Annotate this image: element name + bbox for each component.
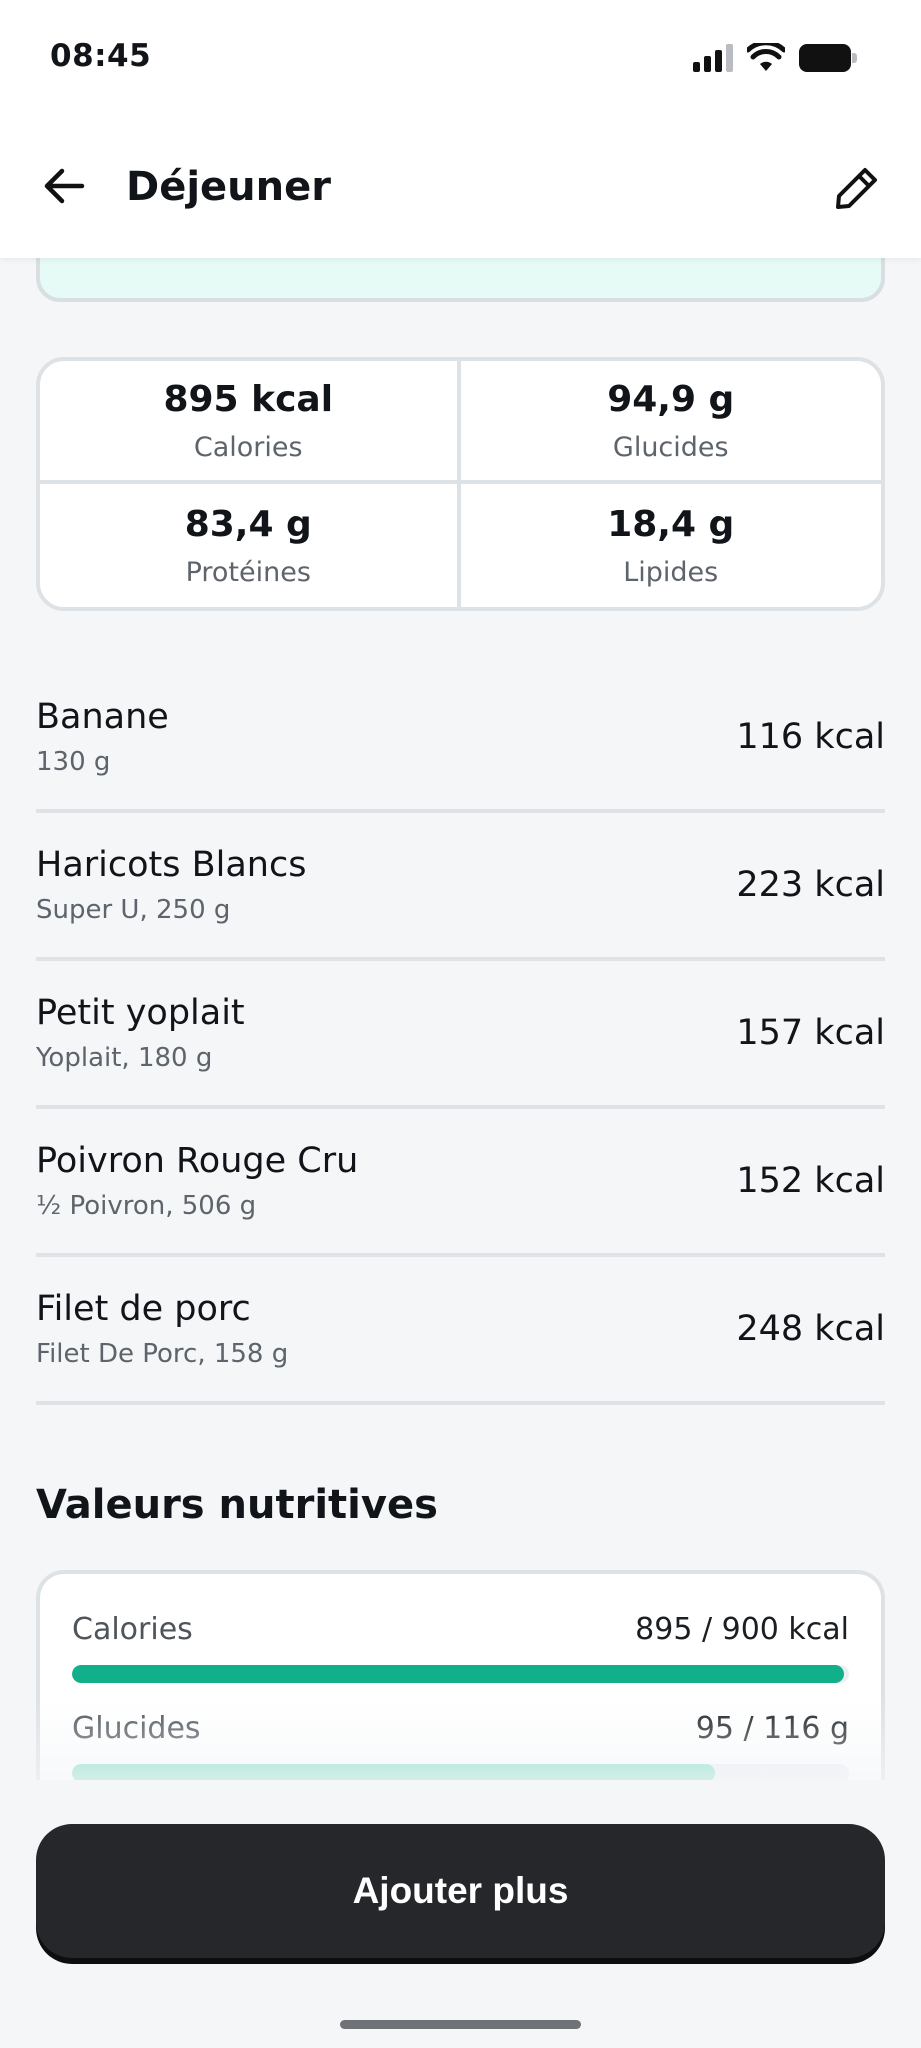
nutrition-row-calories: Calories 895 / 900 kcal — [72, 1612, 849, 1683]
macro-label: Lipides — [623, 556, 719, 588]
progress-track — [72, 1665, 849, 1683]
food-name: Haricots Blancs — [36, 845, 307, 885]
macro-carbs: 94,9 g Glucides — [460, 361, 881, 484]
macro-protein: 83,4 g Protéines — [40, 484, 461, 607]
food-item-poivron[interactable]: Poivron Rouge Cru ½ Poivron, 506 g 152 k… — [36, 1109, 885, 1257]
nutrition-label: Glucides — [72, 1711, 201, 1746]
food-kcal: 248 kcal — [736, 1309, 885, 1349]
food-detail: Yoplait, 180 g — [36, 1043, 213, 1073]
section-title: Valeurs nutritives — [36, 1482, 438, 1528]
macro-fat: 18,4 g Lipides — [461, 484, 882, 607]
food-detail: Filet De Porc, 158 g — [36, 1339, 289, 1369]
arrow-left-icon — [44, 168, 85, 204]
food-item-filet[interactable]: Filet de porc Filet De Porc, 158 g 248 k… — [36, 1257, 885, 1405]
nutrition-card: Calories 895 / 900 kcal Glucides 95 / 11… — [36, 1570, 885, 1780]
nutrition-row-header: Glucides 95 / 116 g — [72, 1711, 849, 1746]
food-name: Banane — [36, 697, 169, 737]
nutrition-row-carbs: Glucides 95 / 116 g — [72, 1711, 849, 1780]
macro-label: Calories — [193, 431, 303, 463]
food-kcal: 157 kcal — [736, 1013, 885, 1053]
food-item-yoplait[interactable]: Petit yoplait Yoplait, 180 g 157 kcal — [36, 961, 885, 1109]
macro-value: 895 kcal — [163, 378, 334, 420]
food-detail: Super U, 250 g — [36, 895, 231, 925]
add-more-button[interactable]: Ajouter plus — [36, 1824, 885, 1958]
wifi-icon — [747, 43, 785, 71]
nutrition-label: Calories — [72, 1612, 193, 1647]
food-name: Poivron Rouge Cru — [36, 1141, 359, 1181]
pencil-icon — [836, 168, 877, 209]
top-bar: 08:45 Déjeuner — [0, 0, 921, 258]
nutrition-row-header: Calories 895 / 900 kcal — [72, 1612, 849, 1647]
food-info: Banane 130 g — [36, 697, 169, 777]
nutrition-value: 895 / 900 kcal — [635, 1612, 849, 1647]
status-time: 08:45 — [50, 38, 152, 74]
progress-fill — [72, 1665, 845, 1683]
food-kcal: 152 kcal — [736, 1161, 885, 1201]
page-title: Déjeuner — [126, 164, 331, 210]
macro-label: Protéines — [185, 556, 311, 588]
food-kcal: 223 kcal — [736, 865, 885, 905]
food-list: Banane 130 g 116 kcal Haricots Blancs Su… — [36, 665, 885, 1405]
macro-value: 18,4 g — [607, 503, 735, 545]
signal-icon — [693, 44, 733, 72]
nutrition-value: 95 / 116 g — [695, 1711, 849, 1746]
food-name: Filet de porc — [36, 1289, 251, 1329]
edit-button[interactable] — [829, 160, 885, 216]
macro-value: 83,4 g — [184, 503, 312, 545]
food-kcal: 116 kcal — [736, 717, 885, 757]
status-icons — [693, 38, 857, 78]
battery-icon — [799, 44, 857, 72]
macro-grid: 895 kcal Calories 94,9 g Glucides 83,4 g… — [36, 357, 885, 611]
food-detail: 130 g — [36, 747, 111, 777]
home-indicator[interactable] — [340, 2020, 581, 2029]
food-item-banane[interactable]: Banane 130 g 116 kcal — [36, 665, 885, 813]
progress-track — [72, 1764, 849, 1780]
bottom-bar: Ajouter plus — [0, 1780, 921, 2048]
food-info: Filet de porc Filet De Porc, 158 g — [36, 1289, 288, 1369]
food-info: Petit yoplait Yoplait, 180 g — [36, 993, 245, 1073]
macro-value: 94,9 g — [607, 378, 735, 420]
food-name: Petit yoplait — [36, 993, 245, 1033]
food-detail: ½ Poivron, 506 g — [36, 1191, 257, 1221]
back-button[interactable] — [40, 162, 88, 210]
food-info: Haricots Blancs Super U, 250 g — [36, 845, 306, 925]
macro-label: Glucides — [612, 431, 729, 463]
progress-fill — [72, 1764, 716, 1780]
macro-calories: 895 kcal Calories — [40, 361, 461, 484]
food-info: Poivron Rouge Cru ½ Poivron, 506 g — [36, 1141, 358, 1221]
food-item-haricots[interactable]: Haricots Blancs Super U, 250 g 223 kcal — [36, 813, 885, 961]
